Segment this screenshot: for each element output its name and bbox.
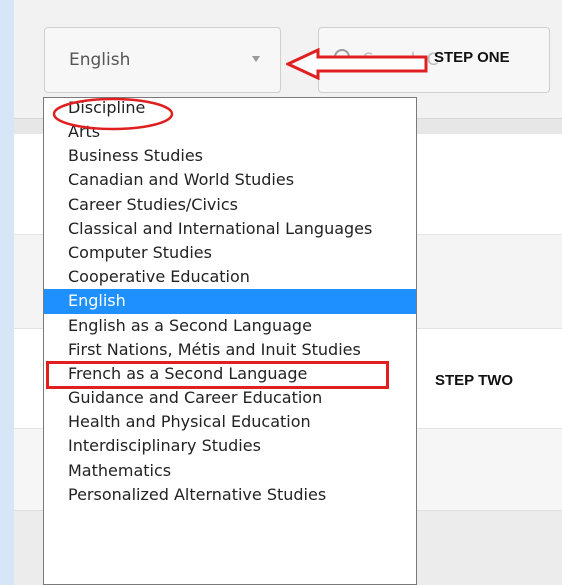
chevron-down-icon [252, 56, 260, 62]
dropdown-option[interactable]: English [44, 289, 416, 314]
page-background: English Search C STEP ONE DisciplineArts… [14, 0, 562, 585]
step-one-label: STEP ONE [434, 49, 510, 66]
dropdown-option[interactable]: Canadian and World Studies [44, 168, 416, 192]
dropdown-option[interactable]: English as a Second Language [44, 314, 416, 338]
dropdown-option[interactable]: Personalized Alternative Studies [44, 483, 416, 507]
step-two-label: STEP TWO [435, 372, 514, 389]
dropdown-option[interactable]: Classical and International Languages [44, 217, 416, 241]
dropdown-option[interactable]: Mathematics [44, 459, 416, 483]
dropdown-option[interactable]: Interdisciplinary Studies [44, 434, 416, 458]
dropdown-option[interactable]: First Nations, Métis and Inuit Studies [44, 338, 416, 362]
discipline-select[interactable]: English [44, 27, 281, 93]
dropdown-option[interactable]: Computer Studies [44, 241, 416, 265]
dropdown-option[interactable]: Health and Physical Education [44, 410, 416, 434]
dropdown-option[interactable]: Guidance and Career Education [44, 386, 416, 410]
esl-highlight-box [46, 361, 389, 389]
discipline-dropdown-list[interactable]: Discipline Arts Business Studies Canadian a… [43, 97, 417, 585]
discipline-select-value: English [69, 50, 131, 70]
discipline-circle-annotation [52, 97, 174, 131]
dropdown-option[interactable]: Business Studies [44, 144, 416, 168]
dropdown-option[interactable]: Cooperative Education [44, 265, 416, 289]
red-arrow-annotation [286, 48, 428, 80]
dropdown-option[interactable]: Career Studies/Civics [44, 193, 416, 217]
